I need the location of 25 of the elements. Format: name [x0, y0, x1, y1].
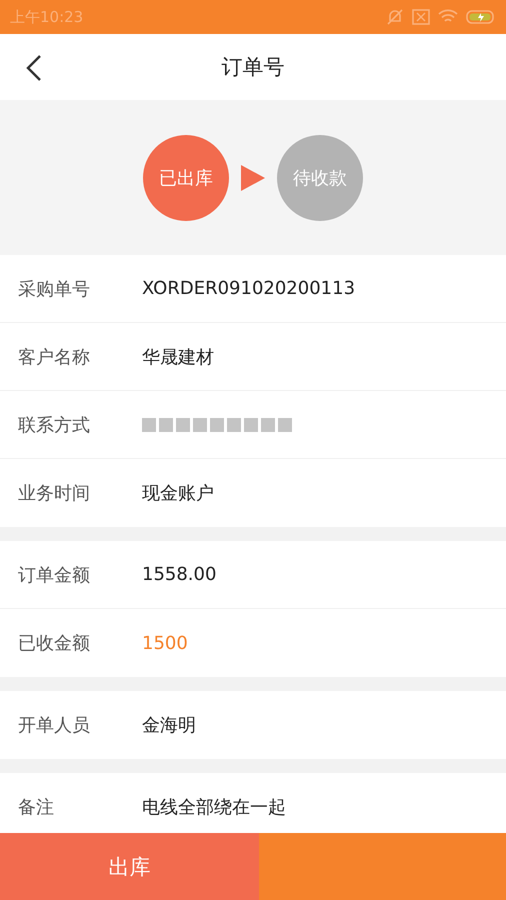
field-value: XORDER091020200113 — [142, 278, 356, 299]
arrow-icon — [241, 164, 265, 190]
field-label: 业务时间 — [18, 482, 91, 505]
field-label: 采购单号 — [18, 278, 91, 300]
status-time: 上午10:23 — [10, 8, 84, 26]
field-label: 开单人员 — [18, 714, 91, 737]
field-label: 联系方式 — [18, 414, 91, 436]
field-label: 客户名称 — [18, 346, 91, 368]
status-step: 已出库 — [143, 134, 229, 220]
sim-icon — [412, 9, 430, 25]
page-title: 订单号 — [222, 54, 284, 81]
mute-icon — [386, 9, 404, 25]
field-value: 华晟建材 — [142, 346, 214, 368]
field-value: 金海明 — [142, 714, 196, 737]
back-icon[interactable] — [26, 55, 42, 81]
field-value: 1500 — [142, 632, 188, 654]
field-value: 电线全部绕在一起 — [142, 796, 286, 819]
battery-icon — [466, 9, 496, 25]
field-value: 现金账户 — [142, 482, 214, 505]
field-label: 备注 — [18, 796, 55, 819]
ship-button[interactable]: 出库 — [0, 833, 259, 900]
field-value: 1558.00 — [142, 564, 216, 585]
field-label: 订单金额 — [18, 564, 91, 586]
status-step: 待收款 — [277, 134, 363, 220]
field-label: 已收金额 — [18, 632, 91, 655]
